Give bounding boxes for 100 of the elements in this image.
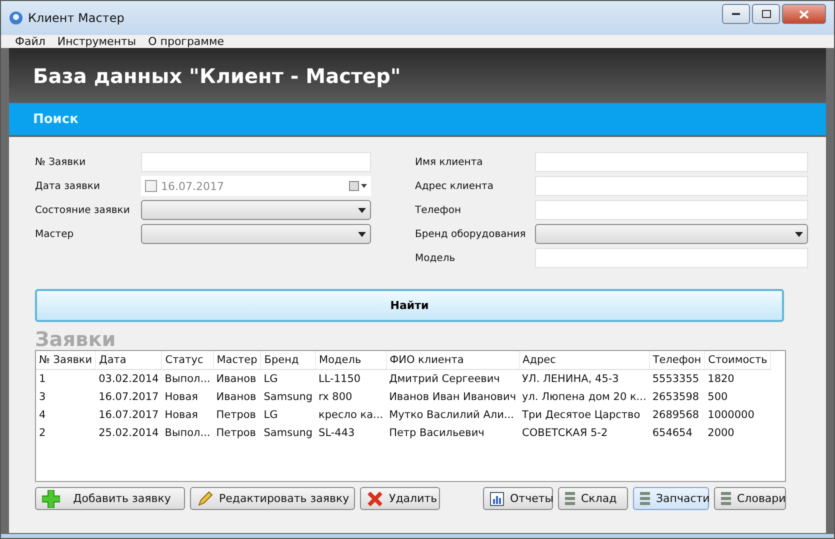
column-header[interactable]: Статус (162, 351, 214, 370)
table-cell-text: Выпол... (164, 426, 212, 441)
field-label: Модель (415, 252, 456, 264)
table-cell-text: 16.07.2017 (98, 408, 160, 423)
table-cell-text: Samsung (262, 390, 314, 405)
table-cell-text: Новая (164, 390, 199, 405)
table-cell-text: Три Десятое Царство (521, 408, 642, 423)
table-cell-text: 500 (706, 390, 729, 405)
orders-title: Заявки (35, 328, 117, 350)
table-cell-text: 2 (38, 426, 47, 441)
text-field[interactable] (535, 176, 808, 196)
field-label: Бренд оборудования (415, 228, 527, 240)
column-header[interactable]: Адрес (519, 351, 650, 370)
table-cell-text: 4 (38, 408, 47, 423)
pencil-icon (197, 490, 213, 506)
table-cell-text: 16.07.2017 (98, 390, 160, 405)
add-button[interactable]: Добавить заявку (35, 487, 185, 510)
app-icon (9, 11, 23, 25)
plus-icon (42, 490, 60, 508)
toolbar-button[interactable]: Отчеты (483, 487, 553, 510)
caret-icon (358, 208, 366, 212)
chart-icon (490, 492, 504, 506)
maximize-icon (762, 10, 770, 18)
table-cell-text: СОВЕТСКАЯ 5-2 (521, 426, 609, 441)
table-cell-text: Петров (215, 426, 257, 441)
text-field[interactable] (535, 200, 808, 220)
cross-icon (367, 490, 383, 506)
table-cell-text: Иванов Иван Иванович (388, 390, 518, 405)
minimize-icon (732, 12, 740, 16)
dropdown-field[interactable] (535, 224, 808, 244)
table-cell-text: Новая (164, 408, 199, 423)
table-cell: Иванов (213, 370, 261, 388)
toolbar-button[interactable]: Склад (558, 487, 628, 510)
field-label: Дата заявки (35, 180, 101, 192)
table-cell-text: Иванов (215, 390, 258, 405)
menu-item[interactable]: Инструменты (51, 35, 142, 48)
stack-icon (640, 490, 650, 506)
table-cell-text: rx 800 (318, 390, 354, 405)
stack-icon (565, 490, 575, 506)
field-label: Имя клиента (415, 156, 484, 168)
text-field[interactable] (535, 248, 808, 268)
table-cell: LG (260, 370, 316, 388)
calendar-icon (349, 181, 367, 191)
maximize-button[interactable] (752, 4, 780, 24)
table-cell: 03.02.2014 (96, 370, 162, 388)
text-field[interactable] (141, 152, 371, 172)
table-cell-text: Петр Васильевич (388, 426, 486, 441)
table-cell-text: SL-443 (318, 426, 356, 441)
table-cell-text: 2653598 (651, 390, 700, 405)
close-icon (799, 10, 809, 18)
column-header[interactable]: Модель (316, 351, 386, 370)
column-header[interactable]: Стоимость (704, 351, 771, 370)
column-header[interactable]: ФИО клиента (386, 351, 520, 370)
table-cell: 1820 (704, 370, 771, 388)
table-cell: УЛ. ЛЕНИНА, 45-3 (519, 370, 650, 388)
window-title: Клиент Мастер (28, 11, 124, 25)
app-heading: База данных "Клиент - Мастер" (33, 64, 401, 88)
table-cell-text: Samsung (262, 426, 314, 441)
field-label: Телефон (415, 204, 462, 216)
table-cell-text: Петров (215, 408, 257, 423)
field-label: Адрес клиента (415, 180, 495, 192)
column-header[interactable]: Мастер (213, 351, 261, 370)
table-cell-text: 1000000 (706, 408, 756, 423)
dropdown-field[interactable] (141, 224, 371, 244)
table-cell: LL-1150 (316, 370, 386, 388)
table-cell-text: 3 (38, 390, 47, 405)
column-header[interactable]: Бренд (260, 351, 316, 370)
table-cell: Выпол... (162, 370, 214, 388)
date-value: 16.07.2017 (161, 180, 224, 192)
table-cell-text: 25.02.2014 (98, 426, 160, 441)
table-cell: 1 (36, 370, 96, 388)
table-cell: 5553355 (649, 370, 705, 388)
column-header[interactable]: Телефон (649, 351, 705, 370)
delete-button[interactable]: Удалить (360, 487, 440, 510)
table-cell-text: кресло ка... (318, 408, 384, 423)
field-label: Состояние заявки (35, 204, 131, 216)
date-field[interactable]: 16.07.2017 (141, 176, 371, 196)
close-button[interactable] (782, 4, 826, 24)
toolbar-button[interactable]: Словари (714, 487, 786, 510)
table-cell-text: 2689568 (651, 408, 700, 423)
menu-item[interactable]: О программе (142, 35, 230, 48)
table-cell-text: 2000 (706, 426, 736, 441)
table-cell-text: ул. Люпена дом 20 к... (521, 390, 648, 405)
column-header[interactable]: № Заявки (36, 351, 96, 370)
table-cell-text: Мутко Васлилий Али... (388, 408, 515, 423)
toolbar-button[interactable]: Запчасти (633, 487, 709, 510)
field-label: № Заявки (35, 156, 87, 168)
table-cell-text: LG (262, 408, 279, 423)
minimize-button[interactable] (722, 4, 750, 24)
find-button[interactable]: Найти (35, 289, 784, 322)
column-header[interactable]: Дата (96, 351, 162, 370)
field-label: Мастер (35, 228, 75, 240)
edit-button[interactable]: Редактировать заявку (190, 487, 355, 510)
text-field[interactable] (535, 152, 808, 172)
table-cell: Дмитрий Сергеевич (386, 370, 520, 388)
stack-icon (721, 490, 731, 506)
caret-icon (358, 232, 366, 236)
checkbox[interactable] (145, 180, 157, 192)
dropdown-field[interactable] (141, 200, 371, 220)
menu-item[interactable]: Файл (9, 35, 52, 48)
